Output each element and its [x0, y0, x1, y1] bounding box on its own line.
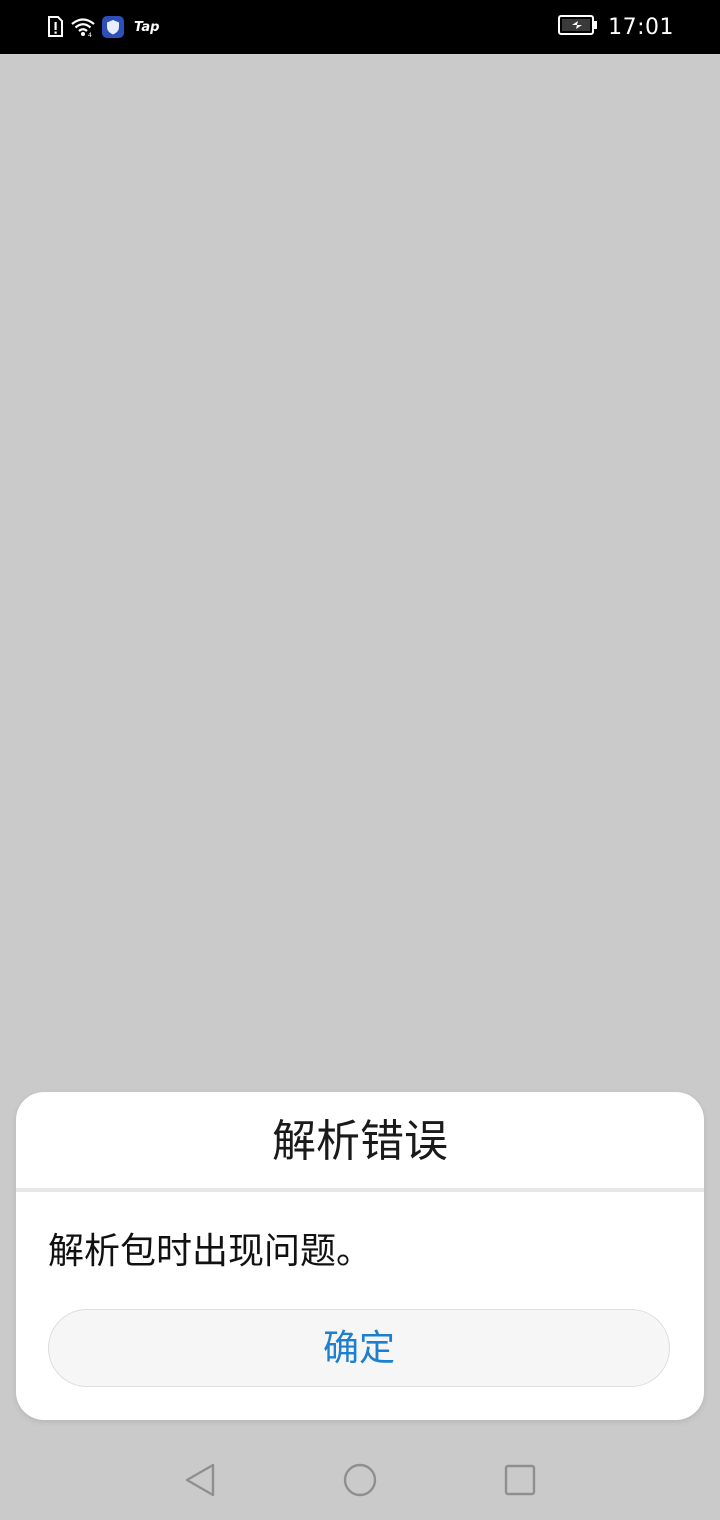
dialog-message: 解析包时出现问题。 — [48, 1231, 373, 1272]
recent-apps-icon[interactable] — [500, 1460, 540, 1500]
home-icon[interactable] — [340, 1460, 380, 1500]
battery-charging-icon — [558, 14, 598, 40]
svg-text:4: 4 — [88, 32, 92, 38]
wifi-icon: 4 — [70, 16, 96, 38]
status-icons-right: 17:01 — [558, 12, 674, 42]
status-clock: 17:01 — [608, 14, 674, 40]
confirm-button[interactable]: 确定 — [48, 1309, 670, 1387]
dialog-divider — [16, 1188, 704, 1192]
navigation-bar — [0, 1440, 720, 1520]
dialog-title: 解析错误 — [272, 1116, 448, 1167]
status-icons-left: 4 Tap — [46, 14, 159, 40]
back-icon[interactable] — [180, 1460, 220, 1500]
tap-app-icon: Tap — [134, 19, 160, 35]
parse-error-dialog: 解析错误 解析包时出现问题。 确定 — [16, 1092, 704, 1420]
shield-app-icon — [102, 16, 124, 38]
sim-alert-icon — [46, 16, 64, 38]
status-bar: 4 Tap 17:01 — [0, 0, 720, 54]
